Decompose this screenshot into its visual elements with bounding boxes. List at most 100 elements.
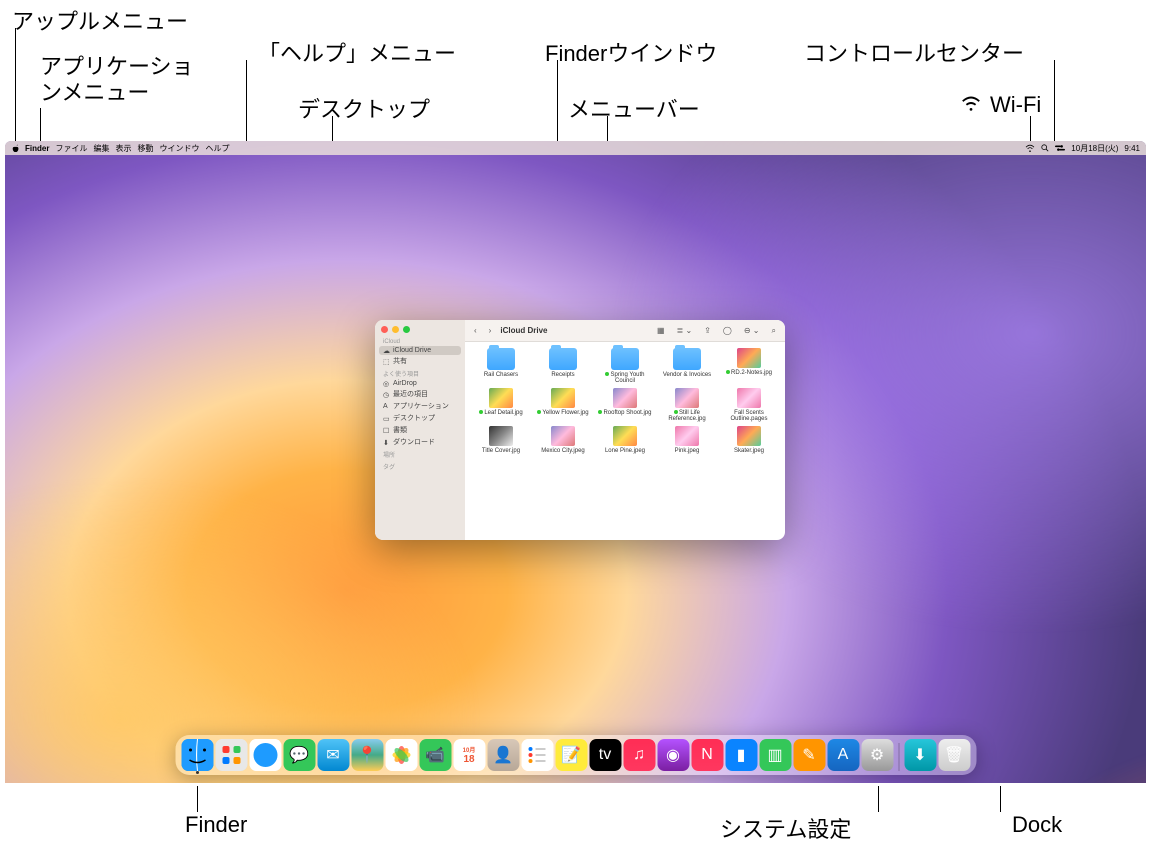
shared-icon: ⬚ [383, 358, 390, 365]
sidebar-airdrop[interactable]: ◎AirDrop [375, 379, 465, 388]
dock-trash[interactable]: 🗑 [938, 739, 970, 771]
apps-icon: A [383, 403, 390, 410]
dock-messages[interactable]: 💬 [283, 739, 315, 771]
dock-news[interactable]: N [691, 739, 723, 771]
group-button[interactable]: ≣ ⌄ [674, 325, 696, 336]
dock-finder[interactable] [181, 739, 213, 771]
image-thumbnail [675, 388, 699, 408]
spotlight-icon[interactable] [1041, 144, 1049, 152]
image-thumbnail [551, 426, 575, 446]
file-label: Still Life Reference.jpg [657, 410, 717, 422]
sidebar-heading-tags: タグ [375, 460, 465, 472]
menu-window[interactable]: ウインドウ [159, 143, 199, 154]
wifi-status-icon[interactable] [1025, 144, 1035, 152]
close-button[interactable] [381, 326, 388, 333]
finder-sidebar: iCloud ☁iCloud Drive ⬚共有 よく使う項目 ◎AirDrop… [375, 320, 465, 540]
dock-facetime[interactable]: 📹 [419, 739, 451, 771]
file-item[interactable]: Title Cover.jpg [471, 426, 531, 454]
dock-photos[interactable] [385, 739, 417, 771]
sync-status-icon [598, 410, 602, 414]
finder-content[interactable]: Rail Chasers Receipts Spring Youth Council… [465, 342, 785, 540]
file-item[interactable]: Yellow Flower.jpg [533, 388, 593, 422]
dock-notes[interactable]: 📝 [555, 739, 587, 771]
file-label: Lone Pine.jpeg [605, 448, 645, 454]
image-thumbnail [613, 426, 637, 446]
dock-podcasts[interactable]: ◉ [657, 739, 689, 771]
zoom-button[interactable] [403, 326, 410, 333]
file-label: Spring Youth Council [595, 372, 655, 384]
dock-reminders[interactable] [521, 739, 553, 771]
sidebar-recents[interactable]: ◷最近の項目 [375, 388, 465, 400]
menu-edit[interactable]: 編集 [93, 143, 109, 154]
dock-maps[interactable]: 📍 [351, 739, 383, 771]
file-item[interactable]: Rail Chasers [471, 348, 531, 384]
file-label: Receipts [551, 372, 574, 378]
minimize-button[interactable] [392, 326, 399, 333]
dock-mail[interactable]: ✉ [317, 739, 349, 771]
dock-music[interactable]: ♫ [623, 739, 655, 771]
sync-status-icon [726, 370, 730, 374]
search-button[interactable]: ⌕ [769, 325, 779, 337]
dock-calendar[interactable]: 10月18 [453, 739, 485, 771]
back-button[interactable]: ‹ [471, 325, 480, 336]
file-item[interactable]: Skater.jpeg [719, 426, 779, 454]
dock-system-settings[interactable]: ⚙ [861, 739, 893, 771]
file-item[interactable]: RD.2-Notes.jpg [719, 348, 779, 384]
dock-contacts[interactable]: 👤 [487, 739, 519, 771]
file-item[interactable]: Receipts [533, 348, 593, 384]
callout-menubar: メニューバー [568, 92, 700, 124]
sidebar-shared[interactable]: ⬚共有 [375, 355, 465, 367]
file-label: Yellow Flower.jpg [537, 410, 588, 416]
sidebar-downloads[interactable]: ⬇ダウンロード [375, 436, 465, 448]
file-item[interactable]: Pink.jpeg [657, 426, 717, 454]
file-item[interactable]: Mexico City.jpeg [533, 426, 593, 454]
menu-file[interactable]: ファイル [55, 143, 87, 154]
sidebar-icloud-drive[interactable]: ☁iCloud Drive [379, 346, 461, 355]
app-menu[interactable]: Finder [25, 144, 49, 153]
forward-button[interactable]: › [486, 325, 495, 336]
image-thumbnail [551, 388, 575, 408]
menu-help[interactable]: ヘルプ [205, 143, 229, 154]
finder-window[interactable]: iCloud ☁iCloud Drive ⬚共有 よく使う項目 ◎AirDrop… [375, 320, 785, 540]
airdrop-icon: ◎ [383, 380, 390, 387]
file-item[interactable]: Spring Youth Council [595, 348, 655, 384]
file-item[interactable]: Lone Pine.jpeg [595, 426, 655, 454]
file-label: Fall Scents Outline.pages [719, 410, 779, 422]
desktop[interactable]: Finder ファイル 編集 表示 移動 ウインドウ ヘルプ 10月18日(火)… [5, 141, 1146, 783]
file-item[interactable]: Rooftop Shoot.jpg [595, 388, 655, 422]
sidebar-documents[interactable]: ☐書類 [375, 424, 465, 436]
share-button[interactable]: ⇪ [701, 325, 714, 336]
dock-keynote[interactable]: ▮ [725, 739, 757, 771]
menubar-time[interactable]: 9:41 [1124, 144, 1140, 153]
dock-launchpad[interactable] [215, 739, 247, 771]
tag-button[interactable]: ◯ [720, 325, 735, 336]
dock-tv[interactable]: tv [589, 739, 621, 771]
dock-pages[interactable]: ✎ [793, 739, 825, 771]
sidebar-heading-locations: 場所 [375, 448, 465, 460]
dock-downloads[interactable]: ⬇ [904, 739, 936, 771]
file-item[interactable]: Still Life Reference.jpg [657, 388, 717, 422]
folder-icon [673, 348, 701, 370]
action-button[interactable]: ⊖ ⌄ [741, 325, 763, 336]
apple-menu-icon[interactable] [11, 144, 19, 152]
dock-safari[interactable] [249, 739, 281, 771]
file-item[interactable]: Leaf Detail.jpg [471, 388, 531, 422]
sync-status-icon [605, 372, 609, 376]
file-label: Pink.jpeg [675, 448, 700, 454]
callout-dock: Dock [1012, 812, 1062, 838]
dock-numbers[interactable]: ▥ [759, 739, 791, 771]
menu-go[interactable]: 移動 [137, 143, 153, 154]
sidebar-desktop[interactable]: ▭デスクトップ [375, 412, 465, 424]
folder-icon [611, 348, 639, 370]
menubar-date[interactable]: 10月18日(火) [1071, 143, 1118, 154]
file-item[interactable]: Fall Scents Outline.pages [719, 388, 779, 422]
callout-app-menu: アプリケーションメニュー [40, 54, 200, 107]
file-label: Mexico City.jpeg [541, 448, 585, 454]
view-icons-button[interactable]: ▦ [654, 325, 668, 336]
dock-appstore[interactable]: A [827, 739, 859, 771]
folder-icon [549, 348, 577, 370]
file-item[interactable]: Vendor & Invoices [657, 348, 717, 384]
control-center-icon[interactable] [1055, 144, 1065, 152]
sidebar-applications[interactable]: Aアプリケーション [375, 400, 465, 412]
menu-view[interactable]: 表示 [115, 143, 131, 154]
